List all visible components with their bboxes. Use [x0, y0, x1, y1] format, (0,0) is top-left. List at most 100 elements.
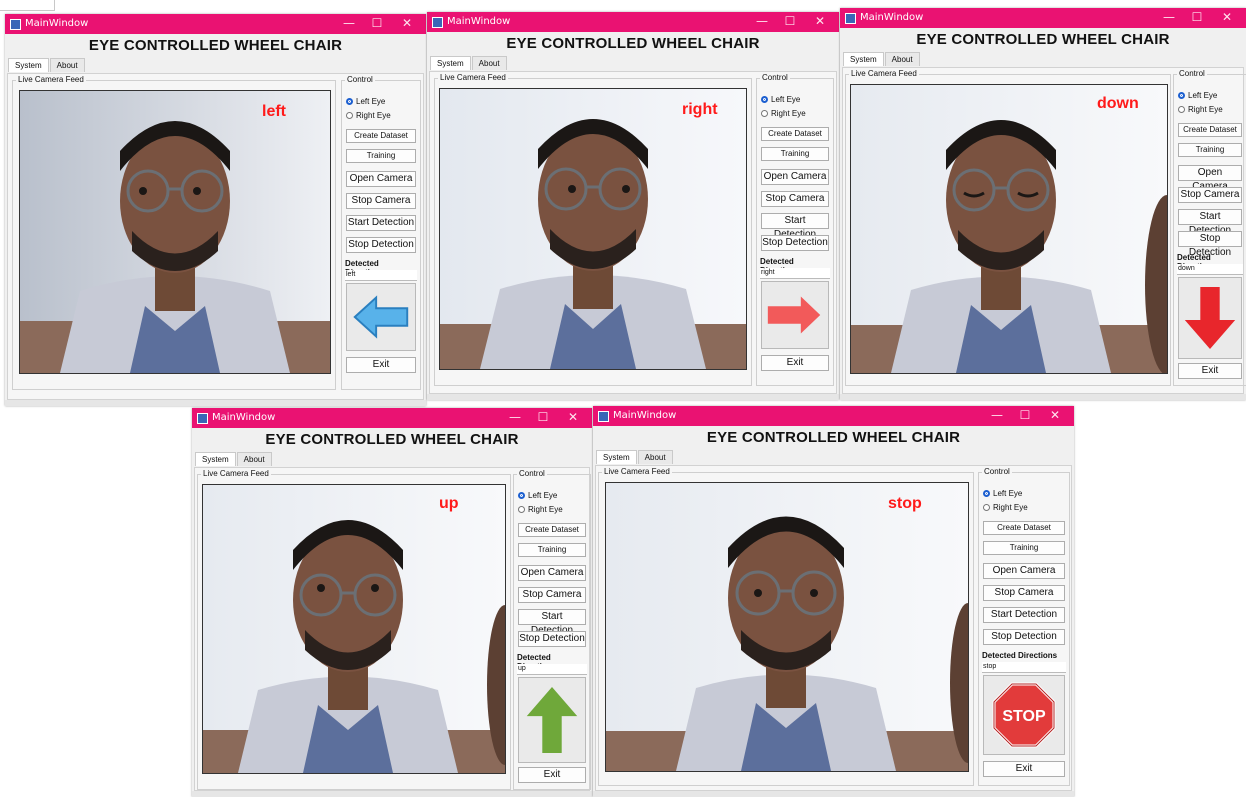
stop-camera-button[interactable]: Stop Camera: [518, 587, 586, 603]
open-camera-button[interactable]: Open Camera: [1178, 165, 1242, 192]
camera-frame-image: [851, 85, 1167, 373]
close-button[interactable]: ✕: [1216, 10, 1238, 24]
radio-left-eye[interactable]: Left Eye: [346, 97, 385, 106]
radio-right-eye[interactable]: Right Eye: [346, 111, 391, 120]
window-title: MainWindow: [613, 410, 677, 421]
svg-text:STOP: STOP: [1002, 708, 1046, 725]
up-arrow-icon: [526, 687, 578, 753]
direction-overlay-text: stop: [888, 495, 922, 512]
training-button[interactable]: Training: [761, 147, 829, 161]
tab-system[interactable]: System: [8, 58, 49, 72]
tab-system[interactable]: System: [843, 52, 884, 66]
exit-button[interactable]: Exit: [1178, 363, 1242, 379]
main-window-down: MainWindow — ☐ ✕ EYE CONTROLLED WHEEL CH…: [840, 8, 1246, 400]
start-detection-button[interactable]: Start Detection: [761, 213, 829, 240]
stop-camera-button[interactable]: Stop Camera: [346, 193, 416, 209]
training-button[interactable]: Training: [346, 149, 416, 163]
stop-detection-button[interactable]: Stop Detection: [518, 631, 586, 647]
radio-unselected-icon: [1178, 106, 1185, 113]
exit-button[interactable]: Exit: [761, 355, 829, 371]
create-dataset-button[interactable]: Create Dataset: [1178, 123, 1242, 137]
tab-system[interactable]: System: [195, 452, 236, 466]
system-tab-pane: Live Camera Feed: [595, 465, 1072, 791]
window-title: MainWindow: [860, 12, 924, 23]
stop-camera-button[interactable]: Stop Camera: [983, 585, 1065, 601]
open-camera-button[interactable]: Open Camera: [983, 563, 1065, 579]
maximize-button[interactable]: ☐: [366, 16, 388, 30]
stop-camera-button[interactable]: Stop Camera: [1178, 187, 1242, 203]
control-group-label: Control: [517, 469, 547, 478]
radio-left-eye[interactable]: Left Eye: [761, 95, 800, 104]
stop-detection-button[interactable]: Stop Detection: [346, 237, 416, 253]
radio-right-eye[interactable]: Right Eye: [1178, 105, 1223, 114]
tab-about[interactable]: About: [637, 450, 673, 464]
control-group: Control Left Eye Right Eye Create Datase…: [1173, 69, 1246, 386]
direction-indicator: [346, 283, 416, 351]
open-camera-button[interactable]: Open Camera: [346, 171, 416, 187]
detected-direction-value: right: [760, 268, 830, 279]
stop-detection-button[interactable]: Stop Detection: [983, 629, 1065, 645]
start-detection-button[interactable]: Start Detection: [1178, 209, 1242, 236]
control-group: Control Left Eye Right Eye Create Datase…: [978, 467, 1070, 786]
close-button[interactable]: ✕: [396, 16, 418, 30]
maximize-button[interactable]: ☐: [1186, 10, 1208, 24]
control-group: Control Left Eye Right Eye Create Datase…: [341, 75, 421, 390]
tab-bar: System About: [8, 58, 86, 73]
app-heading: EYE CONTROLLED WHEEL CHAIR: [706, 429, 961, 446]
stop-detection-button[interactable]: Stop Detection: [761, 235, 829, 251]
tab-about[interactable]: About: [884, 52, 920, 66]
close-button[interactable]: ✕: [1044, 408, 1066, 422]
start-detection-button[interactable]: Start Detection: [983, 607, 1065, 623]
radio-left-eye[interactable]: Left Eye: [1178, 91, 1217, 100]
open-camera-button[interactable]: Open Camera: [518, 565, 586, 581]
camera-frame-image: [203, 485, 505, 773]
minimize-button[interactable]: —: [1158, 10, 1180, 24]
radio-unselected-icon: [518, 506, 525, 513]
minimize-button[interactable]: —: [338, 16, 360, 30]
create-dataset-button[interactable]: Create Dataset: [983, 521, 1065, 535]
radio-unselected-icon: [346, 112, 353, 119]
training-button[interactable]: Training: [1178, 143, 1242, 157]
maximize-button[interactable]: ☐: [779, 14, 801, 28]
exit-button[interactable]: Exit: [518, 767, 586, 783]
tab-about[interactable]: About: [471, 56, 507, 70]
camera-feed-view: down: [850, 84, 1168, 374]
create-dataset-button[interactable]: Create Dataset: [761, 127, 829, 141]
radio-right-eye[interactable]: Right Eye: [518, 505, 563, 514]
create-dataset-button[interactable]: Create Dataset: [346, 129, 416, 143]
create-dataset-button[interactable]: Create Dataset: [518, 523, 586, 537]
app-icon: [197, 413, 208, 424]
open-camera-button[interactable]: Open Camera: [761, 169, 829, 185]
close-button[interactable]: ✕: [562, 410, 584, 424]
minimize-button[interactable]: —: [751, 14, 773, 28]
minimize-button[interactable]: —: [504, 410, 526, 424]
feed-group-label: Live Camera Feed: [201, 469, 271, 478]
start-detection-button[interactable]: Start Detection: [346, 215, 416, 231]
radio-left-eye[interactable]: Left Eye: [983, 489, 1022, 498]
tab-about[interactable]: About: [236, 452, 272, 466]
stop-camera-button[interactable]: Stop Camera: [761, 191, 829, 207]
radio-right-eye[interactable]: Right Eye: [983, 503, 1028, 512]
maximize-button[interactable]: ☐: [532, 410, 554, 424]
status-bar: [840, 394, 1246, 400]
tab-system[interactable]: System: [596, 450, 637, 464]
direction-indicator: [1178, 277, 1242, 359]
app-heading: EYE CONTROLLED WHEEL CHAIR: [88, 37, 343, 54]
radio-right-eye[interactable]: Right Eye: [761, 109, 806, 118]
radio-selected-icon: [518, 492, 525, 499]
tab-bar: System About: [195, 452, 273, 467]
tab-about[interactable]: About: [49, 58, 85, 72]
minimize-button[interactable]: —: [986, 408, 1008, 422]
start-detection-button[interactable]: Start Detection: [518, 609, 586, 636]
radio-left-eye[interactable]: Left Eye: [518, 491, 557, 500]
tab-system[interactable]: System: [430, 56, 471, 70]
training-button[interactable]: Training: [983, 541, 1065, 555]
app-icon: [845, 13, 856, 24]
feed-group-label: Live Camera Feed: [438, 73, 508, 82]
exit-button[interactable]: Exit: [346, 357, 416, 373]
stop-detection-button[interactable]: Stop Detection: [1178, 231, 1242, 258]
training-button[interactable]: Training: [518, 543, 586, 557]
maximize-button[interactable]: ☐: [1014, 408, 1036, 422]
exit-button[interactable]: Exit: [983, 761, 1065, 777]
close-button[interactable]: ✕: [809, 14, 831, 28]
